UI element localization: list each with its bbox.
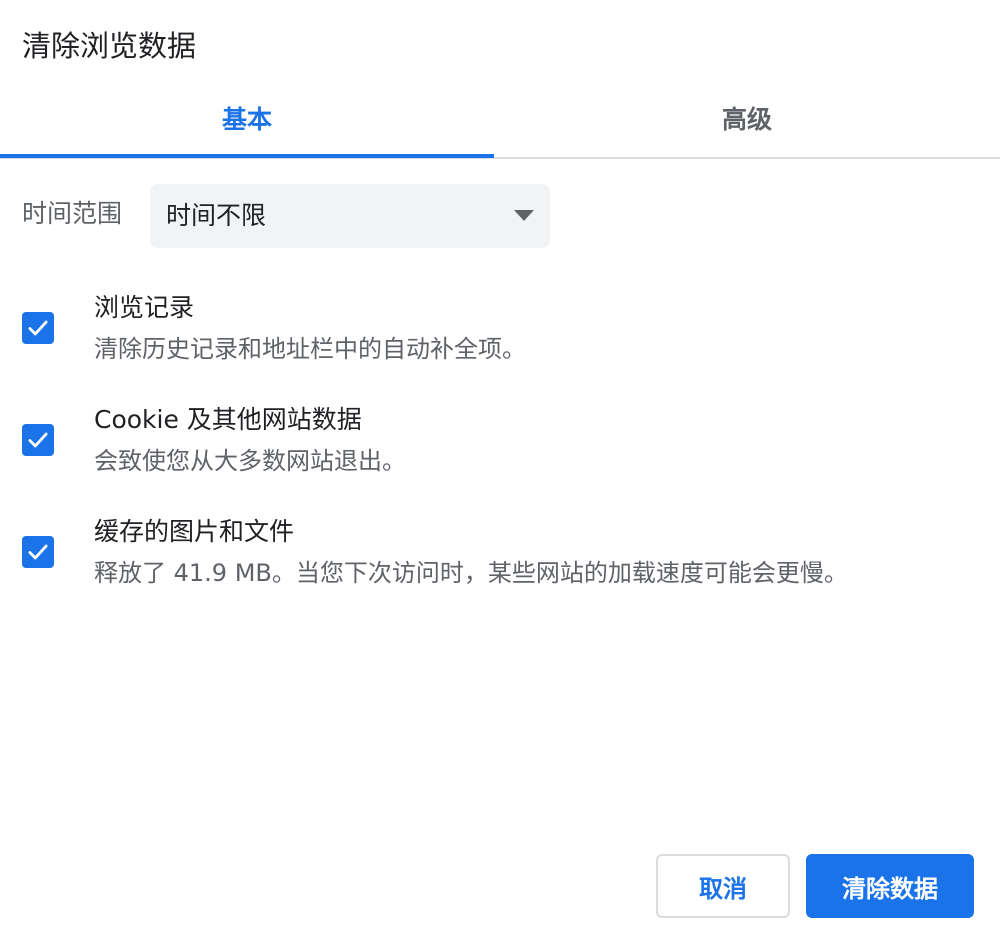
cached-files-checkbox[interactable] (22, 536, 54, 568)
tab-advanced[interactable]: 高级 (494, 80, 1000, 156)
cookies-checkbox[interactable] (22, 424, 54, 456)
time-range-value: 时间不限 (166, 201, 267, 230)
checkmark-icon (28, 432, 48, 448)
option-description: 清除历史记录和地址栏中的自动补全项。 (94, 335, 526, 363)
time-range-select[interactable]: 时间不限 (150, 184, 550, 248)
clear-data-button[interactable]: 清除数据 (806, 854, 974, 918)
option-title: 浏览记录 (94, 293, 195, 322)
option-cookies: Cookie 及其他网站数据 会致使您从大多数网站退出。 (0, 402, 1000, 492)
option-cached-files: 缓存的图片和文件 释放了 41.9 MB。当您下次访问时，某些网站的加载速度可能… (0, 514, 1000, 604)
time-range-label: 时间范围 (22, 199, 123, 228)
dialog-title: 清除浏览数据 (22, 29, 197, 63)
checkmark-icon (28, 544, 48, 560)
tab-bar: 基本 高级 (0, 80, 1000, 160)
cancel-button[interactable]: 取消 (656, 854, 790, 918)
option-title: 缓存的图片和文件 (94, 517, 295, 546)
dropdown-arrow-icon (514, 210, 534, 221)
active-tab-indicator (0, 154, 494, 158)
option-description: 会致使您从大多数网站退出。 (94, 447, 406, 475)
option-browsing-history: 浏览记录 清除历史记录和地址栏中的自动补全项。 (0, 290, 1000, 380)
tab-basic[interactable]: 基本 (0, 80, 494, 156)
option-title: Cookie 及其他网站数据 (94, 405, 362, 434)
option-description: 释放了 41.9 MB。当您下次访问时，某些网站的加载速度可能会更慢。 (94, 559, 848, 587)
browsing-history-checkbox[interactable] (22, 312, 54, 344)
checkmark-icon (28, 320, 48, 336)
